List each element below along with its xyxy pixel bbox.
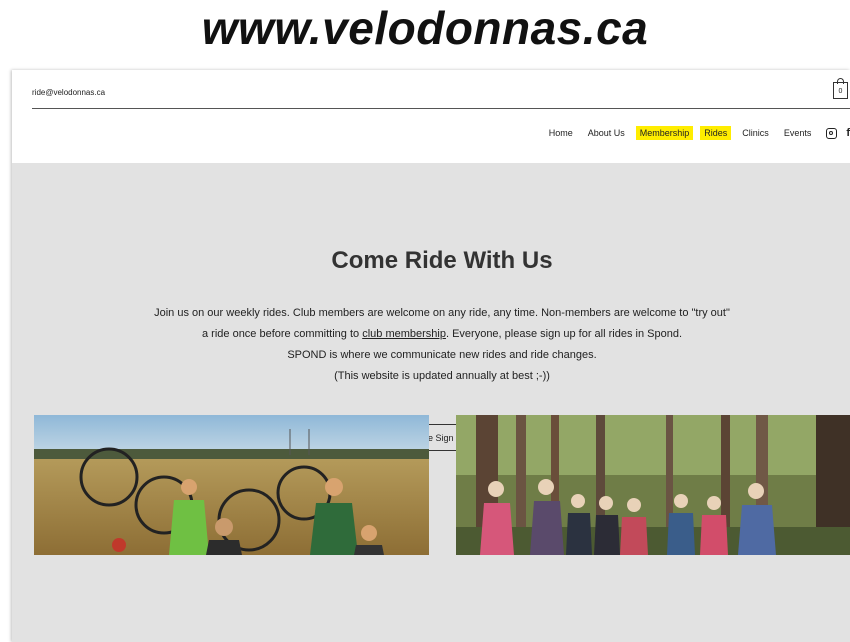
intro-paragraph: Join us on our weekly rides. Club member… (12, 303, 850, 387)
nav-about-us[interactable]: About Us (584, 126, 629, 140)
nav-membership[interactable]: Membership (635, 126, 694, 140)
social-links: f (826, 127, 850, 139)
hero-section: Come Ride With Us Join us on our weekly … (12, 163, 850, 642)
contact-email-link[interactable]: ride@velodonnas.ca (32, 88, 105, 97)
intro-line-3: SPOND is where we communicate new rides … (287, 349, 597, 361)
top-bar: ride@velodonnas.ca 0 (32, 78, 850, 109)
nav-clinics[interactable]: Clinics (738, 126, 773, 140)
site-url-text: www.velodonnas.ca (201, 2, 649, 54)
intro-line-2-start: a ride once before committing to (202, 328, 363, 340)
facebook-icon[interactable]: f (846, 127, 850, 139)
nav-rides[interactable]: Rides (700, 126, 732, 140)
page-title: Come Ride With Us (331, 247, 553, 274)
site-url-banner: www.velodonnas.ca (0, 0, 850, 70)
intro-line-2-end: . Everyone, please sign up for all rides… (445, 328, 682, 340)
cyclists-in-wheat-field-photo (34, 415, 429, 555)
website-frame: ride@velodonnas.ca 0 Home About Us Membe… (12, 70, 850, 642)
intro-line-1: Join us on our weekly rides. Club member… (154, 307, 730, 319)
cart-icon[interactable]: 0 (833, 78, 848, 99)
club-membership-link[interactable]: club membership (362, 328, 446, 340)
intro-line-4: (This website is updated annually at bes… (334, 370, 550, 382)
instagram-icon[interactable] (826, 127, 838, 139)
nav-events[interactable]: Events (780, 126, 816, 140)
nav-home[interactable]: Home (545, 126, 577, 140)
cyclists-in-forest-photo (456, 415, 850, 555)
intro-line-2: a ride once before committing to club me… (12, 324, 850, 345)
cart-count: 0 (838, 88, 843, 95)
main-navigation: Home About Us Membership Rides Clinics E… (545, 124, 850, 142)
